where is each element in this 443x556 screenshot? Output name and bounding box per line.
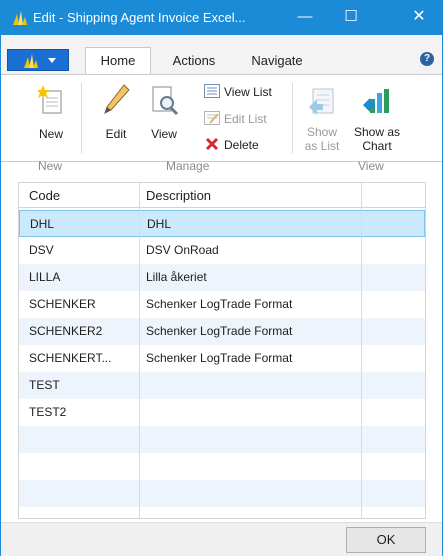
show-as-chart-icon [363,89,389,113]
cell-code: SCHENKER2 [29,324,103,338]
ribbon-separator [292,83,293,153]
ribbon-group-label-new: New [38,159,63,173]
table-row[interactable]: SCHENKER Schenker LogTrade Format [19,291,425,318]
cell-description: DHL [147,217,172,231]
window-title: Edit - Shipping Agent Invoice Excel... [33,10,246,25]
cell-code: DHL [30,217,55,231]
cell-code: SCHENKER [29,297,96,311]
cell-description: DSV OnRoad [146,243,219,257]
pencil-icon [104,84,130,114]
show-as-list-button[interactable]: Show as List [301,83,343,155]
cell-code: TEST [29,378,60,392]
column-header-description[interactable]: Description [146,188,211,203]
help-icon[interactable]: ? [420,52,434,66]
show-as-chart-button[interactable]: Show as Chart [351,83,403,155]
delete-label: Delete [224,138,259,152]
view-button-label: View [151,127,177,141]
cell-code: TEST2 [29,405,67,419]
ok-button[interactable]: OK [346,527,426,553]
cell-code: DSV [29,243,54,257]
table-row[interactable]: SCHENKERT... Schenker LogTrade Format [19,345,425,372]
view-list-button[interactable]: View List [204,83,284,101]
tab-home[interactable]: Home [85,47,151,75]
cell-code: SCHENKERT... [29,351,112,365]
tab-navigate[interactable]: Navigate [237,52,317,74]
ribbon-group-label-manage: Manage [166,159,210,173]
cell-description: Schenker LogTrade Format [146,351,293,365]
show-as-list-label-line1: Show [306,125,338,139]
empty-row [19,453,425,480]
view-document-icon [152,86,179,116]
column-header-code[interactable]: Code [29,188,60,203]
title-bar[interactable]: Edit - Shipping Agent Invoice Excel... —… [1,1,442,35]
edit-button-label: Edit [105,127,127,141]
cell-description: Schenker LogTrade Format [146,297,293,311]
edit-list-button[interactable]: Edit List [204,110,284,128]
grid-header: Code Description [19,183,425,208]
dialog-window: Edit - Shipping Agent Invoice Excel... —… [0,0,443,556]
table-row[interactable]: TEST2 [19,399,425,426]
new-document-icon [38,85,62,114]
new-button-label: New [38,127,63,141]
shipping-agent-grid[interactable]: Code Description DHL DHL DSV DSV OnRoad … [18,182,426,519]
view-list-label: View List [224,85,272,99]
edit-list-icon [204,111,220,125]
delete-button[interactable]: Delete [204,136,284,154]
ribbon-separator [81,83,82,153]
cell-code: LILLA [29,270,61,284]
delete-x-icon [205,137,219,151]
view-list-icon [204,84,220,98]
close-button[interactable]: ✕ [396,1,442,35]
new-button[interactable]: New [33,83,69,147]
table-row[interactable]: DSV DSV OnRoad [19,237,425,264]
cell-description: Lilla åkeriet [146,270,207,284]
show-as-chart-label-line2: Chart [362,139,392,153]
show-as-list-icon [309,88,334,115]
chevron-down-icon [48,58,56,63]
maximize-button[interactable]: ☐ [328,1,374,35]
tab-actions[interactable]: Actions [164,52,224,74]
table-row[interactable]: DHL DHL [19,210,425,237]
ribbon-group-label-view: View [358,159,384,173]
dynamics-logo-icon [13,11,27,25]
cell-description: Schenker LogTrade Format [146,324,293,338]
table-row[interactable]: TEST [19,372,425,399]
minimize-button[interactable]: — [282,1,328,35]
show-as-chart-label-line1: Show as [353,125,401,139]
view-button[interactable]: View [144,83,184,147]
column-divider [361,183,362,518]
empty-row [19,426,425,453]
table-row[interactable]: LILLA Lilla åkeriet [19,264,425,291]
column-divider [139,183,140,518]
dynamics-logo-icon [24,54,38,68]
edit-list-label: Edit List [224,112,267,126]
empty-row [19,480,425,507]
show-as-list-label-line2: as List [304,139,340,153]
application-menu-button[interactable] [7,49,69,71]
edit-button[interactable]: Edit [96,83,136,147]
table-row[interactable]: SCHENKER2 Schenker LogTrade Format [19,318,425,345]
